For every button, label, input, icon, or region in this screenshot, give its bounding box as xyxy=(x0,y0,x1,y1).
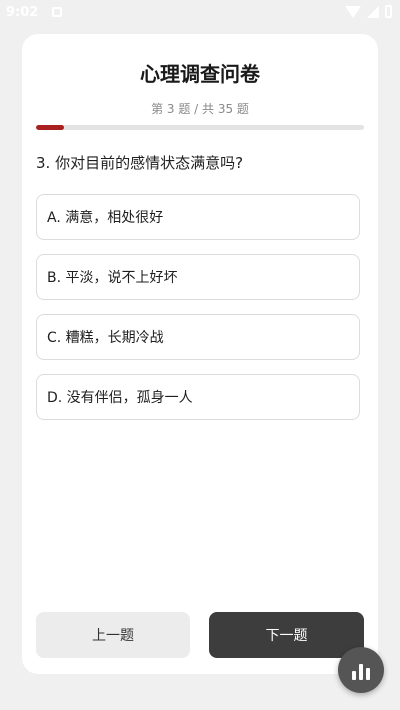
progress-label: 第 3 题 / 共 35 题 xyxy=(151,102,249,116)
option-b[interactable]: B. 平淡，说不上好坏 xyxy=(36,254,360,300)
option-c[interactable]: C. 糟糕，长期冷战 xyxy=(36,314,360,360)
question-text: 3. 你对目前的感情状态满意吗? xyxy=(36,154,244,172)
survey-card: 心理调查问卷 第 3 题 / 共 35 题 3. 你对目前的感情状态满意吗? A… xyxy=(22,34,378,674)
status-bar: 9:02 xyxy=(0,0,400,28)
status-time: 9:02 xyxy=(6,5,39,20)
prev-question-button[interactable]: 上一题 xyxy=(36,612,190,658)
progress-bar xyxy=(36,125,364,130)
signal-icon xyxy=(367,5,379,18)
notification-icon xyxy=(52,7,62,17)
status-icons xyxy=(345,5,392,18)
stats-fab-button[interactable] xyxy=(338,647,384,693)
battery-icon xyxy=(385,5,392,18)
wifi-icon xyxy=(345,5,361,18)
page-title: 心理调查问卷 xyxy=(140,62,260,86)
option-a[interactable]: A. 满意，相处很好 xyxy=(36,194,360,240)
option-d[interactable]: D. 没有伴侣，孤身一人 xyxy=(36,374,360,420)
progress-bar-fill xyxy=(36,125,65,130)
bar-chart-icon xyxy=(352,660,370,680)
next-question-button[interactable]: 下一题 xyxy=(209,612,364,658)
options-list: A. 满意，相处很好 B. 平淡，说不上好坏 C. 糟糕，长期冷战 D. 没有伴… xyxy=(36,194,360,434)
